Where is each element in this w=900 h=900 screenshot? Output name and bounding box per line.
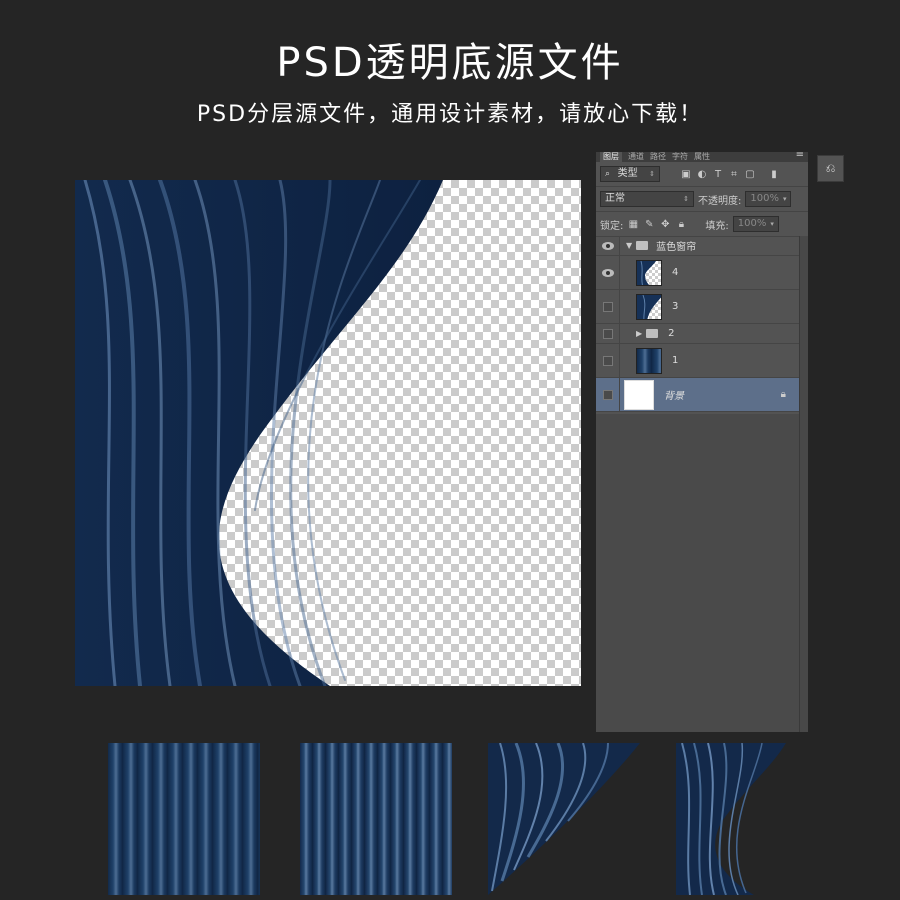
blend-mode-select[interactable]: 正常 ⇕ — [600, 191, 694, 207]
layer-group-2[interactable]: ▶ 2 — [596, 324, 800, 344]
layer-thumbnail — [636, 259, 662, 286]
layer-name: 背景 — [664, 391, 684, 402]
lock-move-icon[interactable]: ✥ — [659, 218, 671, 230]
layers-empty-area — [596, 414, 800, 732]
panel-tabs: 图层 通道 路径 字符 属性 — [596, 152, 808, 162]
preview-straight-stripes — [108, 743, 260, 895]
layer-4[interactable]: 4 — [596, 256, 800, 290]
eye-icon — [601, 268, 614, 277]
visibility-toggle[interactable] — [596, 324, 620, 343]
visibility-toggle[interactable] — [596, 290, 620, 323]
page-title: PSD透明底源文件 — [276, 40, 624, 86]
blend-row: 正常 ⇕ 不透明度: 100% ▾ — [596, 187, 808, 212]
hidden-box-icon — [602, 389, 613, 400]
dropdown-icon: ▾ — [770, 220, 774, 228]
filter-row: ⌕ 类型 ⇕ ▣ ◐ T ⌗ ▢ ▮ — [596, 162, 808, 187]
visibility-toggle[interactable] — [596, 256, 620, 289]
layers-panel: 图层 通道 路径 字符 属性 ≡ ⌕ 类型 ⇕ ▣ ◐ T ⌗ ▢ ▮ 正常 ⇕… — [596, 152, 808, 732]
hidden-box-icon — [602, 355, 613, 366]
layer-thumbnail — [636, 347, 662, 374]
layer-background[interactable]: 背景 🔒︎ — [596, 378, 800, 412]
tab-channels[interactable]: 通道 — [628, 152, 644, 162]
layer-thumbnail — [636, 293, 662, 320]
preview-straight-stripes-dense — [300, 743, 452, 895]
spinner-icon: ⇕ — [683, 195, 689, 203]
curtain-artwork — [75, 180, 443, 686]
tab-character[interactable]: 字符 — [672, 152, 688, 162]
eye-icon — [601, 241, 614, 250]
tab-properties[interactable]: 属性 — [694, 152, 710, 162]
folder-icon — [646, 329, 659, 338]
chevron-down-icon[interactable]: ▼ — [626, 241, 632, 250]
lock-transparent-icon[interactable]: ▦ — [627, 218, 639, 230]
chevron-right-icon[interactable]: ▶ — [636, 329, 642, 338]
dropdown-icon: ▾ — [782, 195, 787, 203]
preview-corner-drape — [488, 743, 640, 895]
filter-toggle-icon[interactable]: ▮ — [768, 168, 780, 180]
smart-object-filter-icon[interactable]: ▢ — [744, 168, 756, 180]
layer-name: 3 — [672, 301, 679, 312]
page-subtitle: PSD分层源文件，通用设计素材，请放心下载！ — [196, 102, 704, 127]
visibility-toggle[interactable] — [596, 236, 620, 255]
lock-row: 锁定: ▦ ✎ ✥ 🔒︎ 填充: 100% ▾ — [596, 212, 808, 237]
layers-list: ▼ 蓝色窗帘 4 3 ▶ 2 1 背景 🔒︎ — [596, 236, 800, 412]
type-filter-icon[interactable]: T — [712, 168, 724, 180]
opacity-field[interactable]: 100% ▾ — [745, 191, 792, 207]
opacity-label: 不透明度: — [698, 195, 742, 207]
hidden-box-icon — [602, 301, 613, 312]
layer-group-blue-curtain[interactable]: ▼ 蓝色窗帘 — [596, 236, 800, 256]
lock-paint-icon[interactable]: ✎ — [643, 218, 655, 230]
tab-paths[interactable]: 路径 — [650, 152, 666, 162]
document-canvas[interactable] — [75, 180, 581, 686]
layer-1[interactable]: 1 — [596, 344, 800, 378]
layers-scrollbar[interactable] — [799, 236, 808, 732]
lock-all-icon[interactable]: 🔒︎ — [675, 218, 687, 230]
folder-icon — [636, 241, 649, 250]
layer-name: 2 — [668, 328, 675, 339]
adjustment-filter-icon[interactable]: ◐ — [696, 168, 708, 180]
visibility-toggle[interactable] — [596, 378, 620, 411]
fill-field[interactable]: 100% ▾ — [732, 216, 779, 232]
hidden-box-icon — [602, 328, 613, 339]
layer-name: 蓝色窗帘 — [656, 242, 697, 253]
layer-name: 1 — [672, 355, 679, 366]
preview-s-curve-drape — [676, 743, 828, 895]
spinner-icon: ⇕ — [649, 170, 655, 178]
lock-icon: 🔒︎ — [780, 389, 786, 400]
lock-label: 锁定: — [600, 220, 624, 232]
shape-filter-icon[interactable]: ⌗ — [728, 168, 740, 180]
layer-name: 4 — [672, 267, 679, 278]
panel-menu-icon[interactable]: ≡ — [796, 152, 804, 160]
filter-type-select[interactable]: ⌕ 类型 ⇕ — [600, 166, 660, 182]
history-panel-button[interactable]: ⎌ — [817, 155, 844, 182]
layer-thumbnail — [624, 379, 654, 410]
image-filter-icon[interactable]: ▣ — [680, 168, 692, 180]
visibility-toggle[interactable] — [596, 344, 620, 377]
search-icon: ⌕ — [605, 169, 611, 179]
layer-3[interactable]: 3 — [596, 290, 800, 324]
tab-layers[interactable]: 图层 — [600, 152, 622, 162]
history-icon: ⎌ — [825, 161, 836, 175]
fill-label: 填充: — [705, 220, 729, 232]
